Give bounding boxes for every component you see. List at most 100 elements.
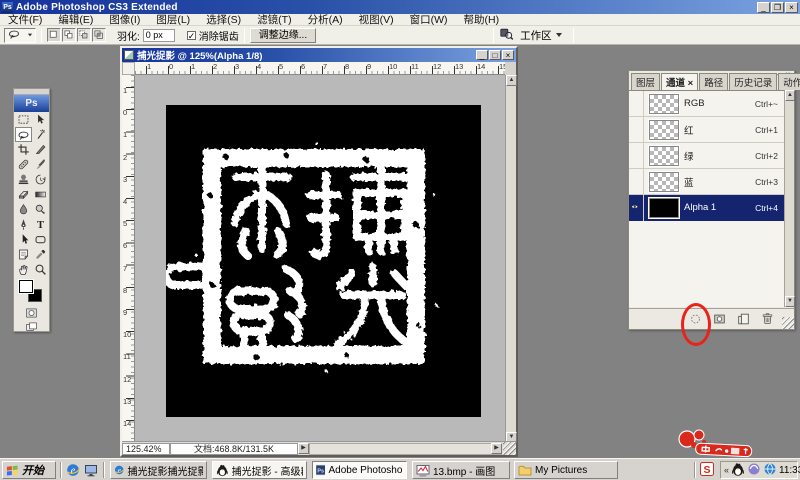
tool-shape[interactable] [32, 232, 49, 247]
channel-row-rgb[interactable]: RGBCtrl+~ [629, 91, 784, 117]
tab-layers[interactable]: 图层 [631, 73, 660, 90]
refine-edge-button[interactable]: 调整边缘... [250, 28, 316, 43]
sogou-tray-icon[interactable]: S [700, 462, 714, 479]
panel-scrollbar[interactable]: ▲ ▼ [784, 90, 794, 307]
canvas-area[interactable] [135, 75, 505, 443]
qq-tray-icon[interactable] [731, 462, 745, 479]
menu-analysis[interactable]: 分析(A) [300, 14, 351, 26]
toolbox-palette: Ps T [13, 88, 50, 332]
tool-pen[interactable] [15, 217, 32, 232]
quicklaunch-ie-icon[interactable]: e [66, 463, 80, 477]
status-menu-arrow[interactable]: ▶ [298, 443, 309, 454]
taskbar-button-ie-page[interactable]: e捕光捉影捕光捉影 客... [110, 461, 207, 479]
taskbar-button-photoshop[interactable]: PsAdobe Photoshop CS3... [312, 461, 407, 479]
zoom-level[interactable]: 125.42% [122, 443, 170, 455]
tool-slice[interactable] [32, 142, 49, 157]
tool-dodge[interactable] [32, 202, 49, 217]
tool-hand[interactable] [15, 262, 32, 277]
workspace-dropdown[interactable]: 工作区 [514, 28, 568, 43]
new-channel-button[interactable] [735, 312, 752, 327]
antialias-checkbox[interactable]: ✓ [187, 31, 196, 40]
scroll-down-button[interactable]: ▼ [785, 296, 795, 307]
tool-preset-picker[interactable] [4, 28, 36, 43]
document-titlebar[interactable]: 捕光捉影 @ 125%(Alpha 1/8) _ □ × [122, 48, 516, 62]
menu-file[interactable]: 文件(F) [0, 14, 50, 26]
doc-maximize-button[interactable]: □ [489, 50, 501, 60]
tool-healing-brush[interactable] [15, 157, 32, 172]
menu-view[interactable]: 视图(V) [351, 14, 402, 26]
scroll-right-button[interactable]: ▶ [491, 443, 502, 454]
channel-row-blue[interactable]: 蓝Ctrl+3 [629, 169, 784, 195]
vertical-scrollbar[interactable]: ▲ ▼ [505, 75, 516, 443]
seal-image[interactable] [166, 105, 481, 417]
messenger-tray-icon[interactable] [747, 462, 761, 479]
tool-clone-stamp[interactable] [15, 172, 32, 187]
tool-eyedropper[interactable] [32, 247, 49, 262]
tool-path-selection[interactable] [15, 232, 32, 247]
document-window: 捕光捉影 @ 125%(Alpha 1/8) _ □ × 10123456789… [120, 46, 518, 457]
visibility-toggle[interactable] [629, 195, 644, 221]
tool-rectangular-marquee[interactable] [15, 112, 32, 127]
channel-row-green[interactable]: 绿Ctrl+2 [629, 143, 784, 169]
taskbar-button-pictures[interactable]: My Pictures [514, 461, 618, 479]
save-selection-as-channel-icon [712, 312, 727, 326]
scroll-up-button[interactable]: ▲ [506, 75, 517, 86]
tab-channels[interactable]: 通道 × [661, 73, 698, 90]
tool-gradient[interactable] [32, 187, 49, 202]
channel-row-red[interactable]: 红Ctrl+1 [629, 117, 784, 143]
doc-minimize-button[interactable]: _ [476, 50, 488, 60]
tab-paths[interactable]: 路径 [699, 73, 728, 90]
visibility-toggle[interactable] [629, 117, 644, 143]
resize-grip[interactable] [503, 442, 516, 455]
feather-input[interactable] [143, 29, 175, 42]
menu-image[interactable]: 图像(I) [101, 14, 148, 26]
quick-mask-button[interactable] [21, 306, 43, 319]
minimize-button[interactable]: _ [757, 2, 770, 13]
tab-history[interactable]: 历史记录 [729, 73, 777, 90]
menu-help[interactable]: 帮助(H) [456, 14, 508, 26]
visibility-toggle[interactable] [629, 91, 644, 117]
scroll-up-button[interactable]: ▲ [785, 90, 795, 101]
new-selection-button[interactable] [47, 28, 61, 42]
screen-mode-button[interactable] [21, 320, 43, 333]
tool-type[interactable]: T [32, 217, 49, 232]
channel-row-alpha-1[interactable]: Alpha 1Ctrl+4 [629, 195, 784, 221]
close-button[interactable]: × [785, 2, 798, 13]
visibility-toggle[interactable] [629, 169, 644, 195]
hruler-number: 8 [345, 62, 349, 71]
tool-move[interactable] [32, 112, 49, 127]
taskbar-button-qq-group[interactable]: 捕光捉影 - 高级群 [212, 461, 307, 479]
quicklaunch-desktop-icon[interactable] [84, 463, 98, 477]
go-to-bridge-icon[interactable] [499, 27, 514, 44]
horizontal-scrollbar[interactable]: ▶ [309, 443, 502, 455]
delete-channel-button[interactable] [759, 312, 776, 327]
visibility-toggle[interactable] [629, 143, 644, 169]
save-selection-as-channel-button[interactable] [711, 312, 728, 327]
start-button[interactable]: 开始 [2, 461, 56, 479]
menu-edit[interactable]: 编辑(E) [50, 14, 101, 26]
tool-history-brush[interactable] [32, 172, 49, 187]
tool-eraser[interactable] [15, 187, 32, 202]
doc-close-button[interactable]: × [502, 50, 514, 60]
tool-brush[interactable] [32, 157, 49, 172]
tool-notes[interactable] [15, 247, 32, 262]
menu-layer[interactable]: 图层(L) [148, 14, 198, 26]
tool-zoom[interactable] [32, 262, 49, 277]
tab-actions[interactable]: 动作 [778, 73, 800, 90]
menu-select[interactable]: 选择(S) [198, 14, 249, 26]
intersect-selection-button[interactable] [92, 28, 106, 42]
tool-crop[interactable] [15, 142, 32, 157]
foreground-color-swatch[interactable] [19, 280, 33, 293]
menu-window[interactable]: 窗口(W) [402, 14, 456, 26]
menu-filter[interactable]: 滤镜(T) [249, 14, 299, 26]
tool-lasso[interactable] [15, 127, 32, 142]
tool-blur[interactable] [15, 202, 32, 217]
taskbar-button-paint[interactable]: 13.bmp - 画图 [412, 461, 510, 479]
tray-collapse-icon[interactable]: « [724, 465, 729, 475]
subtract-from-selection-button[interactable] [77, 28, 91, 42]
restore-button[interactable]: ❐ [771, 2, 784, 13]
add-to-selection-button[interactable] [62, 28, 76, 42]
panel-resize-grip[interactable] [782, 317, 794, 329]
tool-magic-wand[interactable] [32, 127, 49, 142]
network-tray-icon[interactable] [763, 462, 777, 479]
